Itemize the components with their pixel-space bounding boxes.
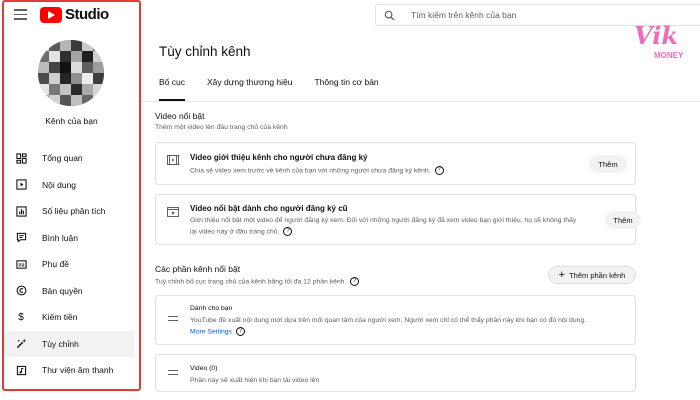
sidebar: Kênh của bạn Tổng quan Nội dung Số liệu … (2, 0, 141, 391)
monetization-icon: $ (18, 311, 24, 323)
sidebar-item-dashboard[interactable]: Tổng quan (4, 145, 134, 172)
customization-icon (15, 338, 27, 350)
audio-library-icon (15, 364, 27, 376)
sidebar-item-content[interactable]: Nội dung (4, 172, 134, 199)
sidebar-item-label: Tổng quan (42, 153, 83, 164)
card-title: Video nổi bật dành cho người đăng ký cũ (190, 204, 348, 213)
sidebar-item-label: Thư viện âm thanh (42, 365, 114, 376)
card-desc-line-2: lại video này ở đầu trang chủ.? (190, 227, 293, 238)
sidebar-item-label: Nội dung (42, 179, 77, 190)
subtitles-icon (15, 258, 27, 270)
section-title: Video (0) (190, 365, 218, 372)
help-icon[interactable]: ? (283, 227, 293, 236)
section-card-for-you: Dành cho bạn YouTube đề xuất nội dung mớ… (155, 295, 636, 345)
tab-basic-info[interactable]: Thông tin cơ bản (314, 76, 378, 101)
sidebar-item-subtitles[interactable]: Phụ đề (4, 251, 134, 278)
featured-video-card: Video nổi bật dành cho người đăng ký cũ … (155, 194, 641, 245)
featured-sections-subtitle: Tuỳ chỉnh bố cục trang chủ của kênh bằng… (155, 277, 360, 286)
add-featured-video-button[interactable]: Thêm (605, 211, 641, 229)
video-star-icon (167, 207, 179, 217)
section-card-videos: Video (0) Phần này sẽ xuất hiện khi bạn … (155, 354, 636, 392)
vik-money-watermark-logo: Vik MONEY (634, 21, 684, 60)
help-icon[interactable]: ? (350, 277, 360, 286)
help-icon[interactable]: ? (434, 166, 444, 175)
add-section-button[interactable]: + Thêm phần kênh (548, 266, 636, 284)
sidebar-item-label: Bản quyền (42, 285, 83, 296)
tab-layout[interactable]: Bố cục (159, 76, 185, 101)
section-title: Dành cho bạn (190, 305, 233, 312)
comments-icon (15, 232, 27, 244)
copyright-icon (15, 285, 27, 297)
tab-branding[interactable]: Xây dựng thương hiệu (207, 76, 292, 101)
featured-trailer-card: Video giới thiệu kênh cho người chưa đăn… (155, 142, 636, 185)
content-icon (15, 179, 27, 191)
tab-bar: Bố cục Xây dựng thương hiệu Thông tin cơ… (159, 76, 401, 101)
add-section-label: Thêm phần kênh (569, 270, 626, 280)
sidebar-item-audio-library[interactable]: Thư viện âm thanh (4, 357, 134, 384)
sidebar-item-customization[interactable]: Tùy chỉnh (4, 330, 134, 357)
sidebar-item-label: Kiếm tiền (42, 312, 78, 323)
sidebar-item-label: Phụ đề (42, 259, 69, 270)
sidebar-item-copyright[interactable]: Bản quyền (4, 278, 134, 305)
sidebar-item-label: Bình luận (42, 232, 78, 243)
card-desc: Chia sẻ video xem trước về kênh của bạn … (190, 166, 444, 177)
svg-text:MONEY: MONEY (654, 51, 684, 60)
main-content: Tùy chỉnh kênh Bố cục Xây dựng thương hi… (141, 32, 700, 400)
featured-video-title: Video nổi bật (155, 111, 205, 121)
featured-video-subtitle: Thêm một video lên đầu trang chủ của kên… (155, 124, 288, 131)
channel-label[interactable]: Kênh của bạn (4, 116, 139, 126)
more-settings-link[interactable]: More Settings (190, 328, 232, 335)
search-icon (384, 10, 395, 21)
section-settings-row: More Settings? (190, 327, 245, 338)
drag-handle-icon[interactable] (168, 370, 178, 375)
section-desc: Phần này sẽ xuất hiện khi bạn tải video … (190, 377, 320, 384)
featured-sections-title: Các phần kênh nổi bật (155, 264, 241, 274)
plus-icon: + (558, 269, 566, 281)
analytics-icon (15, 205, 27, 217)
dashboard-icon (15, 152, 27, 164)
page-title: Tùy chỉnh kênh (159, 44, 251, 59)
card-title: Video giới thiệu kênh cho người chưa đăn… (190, 153, 368, 162)
tab-divider (141, 101, 700, 102)
video-frame-icon (167, 155, 179, 165)
section-desc: YouTube đề xuất nội dung mới dựa trên mố… (190, 317, 587, 324)
sidebar-item-label: Tùy chỉnh (42, 338, 79, 349)
help-icon[interactable]: ? (235, 327, 245, 336)
add-trailer-button[interactable]: Thêm (589, 155, 627, 173)
svg-text:Vik: Vik (634, 21, 678, 50)
sidebar-nav: Tổng quan Nội dung Số liệu phân tích Bìn… (4, 145, 139, 384)
sidebar-item-comments[interactable]: Bình luận (4, 225, 134, 252)
card-desc-line-1: Giới thiệu nổi bật một video để người đă… (190, 217, 577, 224)
channel-avatar[interactable] (38, 40, 104, 106)
sidebar-item-monetization[interactable]: $ Kiếm tiền (4, 304, 134, 331)
sidebar-item-label: Số liệu phân tích (42, 206, 106, 217)
sidebar-item-analytics[interactable]: Số liệu phân tích (4, 198, 134, 225)
drag-handle-icon[interactable] (168, 316, 178, 321)
